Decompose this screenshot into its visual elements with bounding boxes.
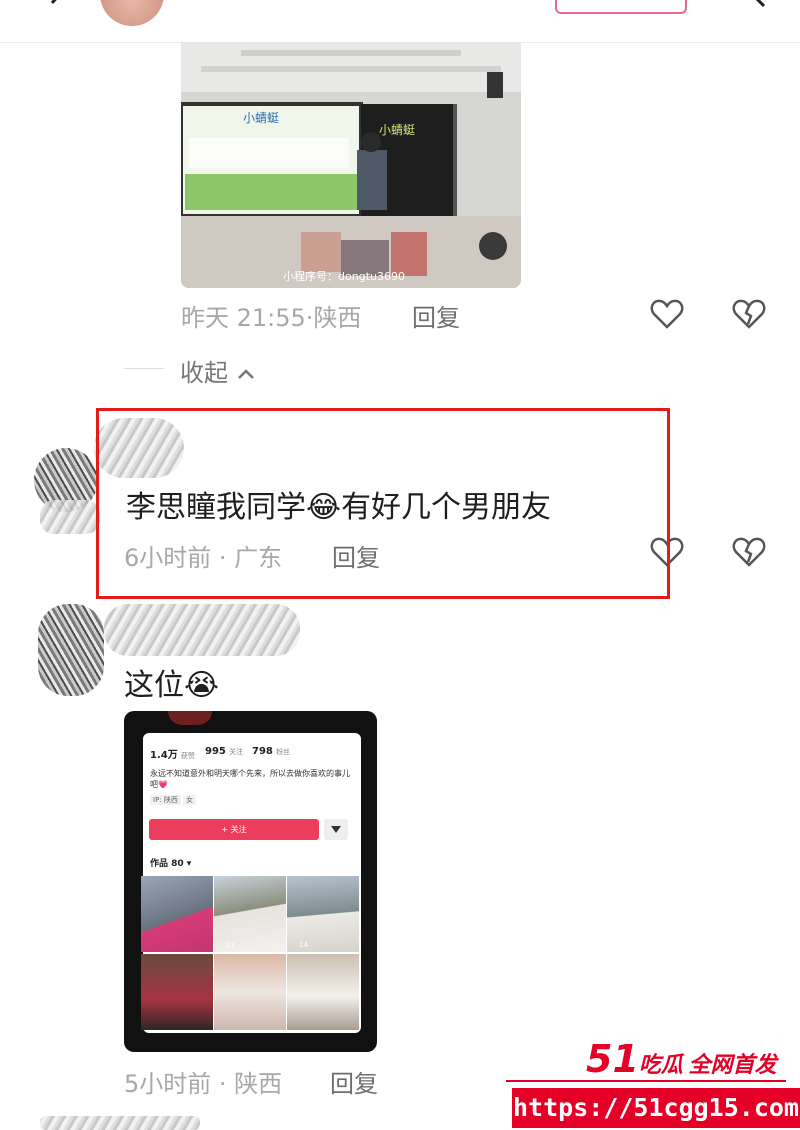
back-icon[interactable] bbox=[44, 0, 70, 16]
collapse-replies-button[interactable]: 收起 bbox=[180, 353, 256, 388]
work-thumbnail-likes: 14 bbox=[299, 941, 308, 949]
comment-3-text-part1: 这位 bbox=[124, 668, 184, 703]
watermark-brand-number: 51 bbox=[586, 1037, 639, 1081]
profile-more-button[interactable] bbox=[324, 819, 348, 840]
chevron-up-icon bbox=[237, 369, 254, 379]
followers-value: 798 bbox=[252, 746, 273, 757]
comment-3-meta: 5小时前 · 陕西 bbox=[124, 1064, 282, 1099]
dislike-broken-heart-icon[interactable] bbox=[732, 535, 766, 569]
likes-stat: 1.4万 获赞 bbox=[150, 746, 195, 761]
followers-label: 粉丝 bbox=[276, 748, 291, 756]
watermark-brand-name: 吃瓜 bbox=[638, 1053, 683, 1078]
commenter-3-avatar[interactable] bbox=[38, 604, 104, 696]
work-thumbnail[interactable] bbox=[287, 954, 359, 1030]
likes-label: 获赞 bbox=[180, 752, 195, 760]
watermark-url: https://51cgg15.com bbox=[512, 1088, 800, 1128]
dislike-broken-heart-icon[interactable] bbox=[732, 297, 766, 331]
comment-3-location: 陕西 bbox=[234, 1070, 283, 1098]
photo-board-caption: 小蜻蜓 bbox=[379, 123, 415, 137]
classroom-photo-illustration: 小蜻蜓 小蜻蜓 小程序号：dongtu3690 bbox=[181, 42, 521, 288]
watermark-brand: 51吃瓜 全网首发 bbox=[586, 1037, 777, 1081]
watermark-slogan: 全网首发 bbox=[688, 1053, 777, 1078]
commenter-3-name-blurred[interactable] bbox=[104, 604, 300, 656]
work-thumbnail[interactable] bbox=[141, 954, 213, 1030]
top-follow-button[interactable] bbox=[555, 0, 687, 14]
red-highlight-box bbox=[96, 408, 670, 599]
photo-slide-title: 小蜻蜓 bbox=[243, 111, 279, 125]
like-heart-icon[interactable] bbox=[650, 297, 684, 331]
profile-tags: IP: 陕西 女 bbox=[150, 795, 197, 805]
work-thumbnail[interactable]: 27 bbox=[214, 876, 286, 952]
profile-follow-button[interactable]: + 关注 bbox=[149, 819, 319, 840]
following-stat: 995 关注 bbox=[205, 746, 243, 757]
comment-photo[interactable]: 小蜻蜓 小蜻蜓 小程序号：dongtu3690 bbox=[181, 42, 521, 288]
comment-1-time: 昨天 21:55 bbox=[181, 304, 306, 332]
works-tab[interactable]: 作品 80 ▾ bbox=[150, 856, 191, 869]
meta-dot: · bbox=[211, 1070, 235, 1098]
profile-bio: 永远不知道意外和明天哪个先来，所以去做你喜欢的事儿吧💗 bbox=[150, 769, 350, 789]
commenter-2-blur-extra bbox=[40, 500, 100, 534]
work-thumbnail-likes: 27 bbox=[226, 941, 235, 949]
likes-value: 1.4万 bbox=[150, 750, 178, 761]
triangle-down-icon bbox=[331, 826, 341, 833]
following-value: 995 bbox=[205, 746, 226, 757]
following-label: 关注 bbox=[229, 748, 244, 756]
comment-1-location: 陕西 bbox=[313, 304, 362, 332]
comment-3-time: 5小时前 bbox=[124, 1070, 212, 1098]
followers-stat: 798 粉丝 bbox=[252, 746, 290, 757]
close-icon[interactable] bbox=[742, 0, 768, 14]
profile-ip-tag: IP: 陕西 bbox=[150, 795, 181, 805]
comment-1-reply-button[interactable]: 回复 bbox=[412, 298, 460, 333]
work-thumbnail[interactable] bbox=[141, 876, 213, 952]
comment-3-text: 这位😭 bbox=[124, 660, 219, 704]
profile-gender-tag: 女 bbox=[183, 795, 197, 805]
comment-1-meta: 昨天 21:55·陕西 bbox=[181, 298, 361, 333]
comment-3-emoji: 😭 bbox=[184, 668, 220, 703]
work-thumbnail[interactable]: 14 bbox=[287, 876, 359, 952]
photo-watermark-text: 小程序号：dongtu3690 bbox=[283, 269, 405, 283]
collapse-label: 收起 bbox=[180, 359, 228, 387]
work-thumbnail[interactable] bbox=[214, 954, 286, 1030]
comment-3-reply-button[interactable]: 回复 bbox=[330, 1064, 378, 1099]
collapse-divider bbox=[124, 368, 164, 369]
